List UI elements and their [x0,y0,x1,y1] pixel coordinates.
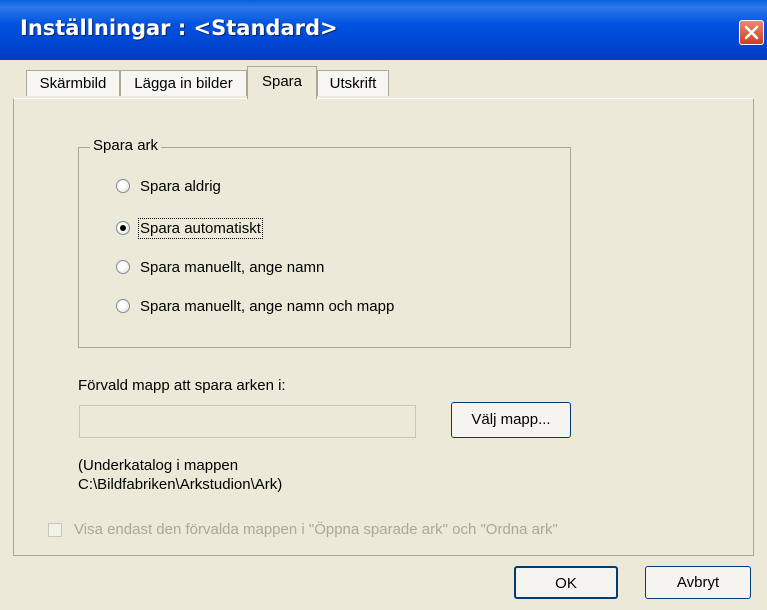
folder-path-field[interactable] [79,405,416,438]
window-title: Inställningar : <Standard> [20,16,338,40]
radio-button[interactable] [116,260,130,274]
tab-label: Lägga in bilder [134,75,233,92]
ok-button[interactable]: OK [514,566,618,599]
radio-manual-name-folder[interactable]: Spara manuellt, ange namn och mapp [116,294,394,318]
subfolder-note-line1: (Underkatalog i mappen [78,457,239,474]
radio-button-checked[interactable] [116,221,130,235]
radio-button[interactable] [116,299,130,313]
title-bar: Inställningar : <Standard> [0,0,767,60]
radio-never[interactable]: Spara aldrig [116,174,221,198]
radio-manual-name[interactable]: Spara manuellt, ange namn [116,255,324,279]
tab-label: Spara [261,73,303,90]
tab-utskrift[interactable]: Utskrift [317,70,389,96]
close-button[interactable] [739,20,764,45]
radio-label: Spara manuellt, ange namn och mapp [140,297,395,315]
tab-label: Utskrift [329,75,377,92]
checkbox-label: Visa endast den förvalda mappen i "Öppna… [74,521,558,538]
radio-label: Spara manuellt, ange namn [140,258,325,276]
cancel-button[interactable]: Avbryt [645,566,751,599]
subfolder-note-line2: C:\Bildfabriken\Arkstudion\Ark) [78,476,283,493]
group-label: Spara ark [90,137,162,154]
show-only-default-folder-checkbox[interactable] [48,523,62,537]
radio-label: Spara aldrig [140,177,221,195]
radio-label: Spara automatiskt [138,217,263,239]
choose-folder-button[interactable]: Välj mapp... [451,402,571,438]
radio-automatic[interactable]: Spara automatiskt [116,216,263,240]
tab-label: Skärmbild [39,75,107,92]
radio-button[interactable] [116,179,130,193]
tab-skarmbild[interactable]: Skärmbild [26,70,120,96]
tab-spara[interactable]: Spara [247,66,317,99]
tab-lagga-in-bilder[interactable]: Lägga in bilder [120,70,247,96]
default-folder-label: Förvald mapp att spara arken i: [78,377,286,394]
close-icon [744,25,759,40]
